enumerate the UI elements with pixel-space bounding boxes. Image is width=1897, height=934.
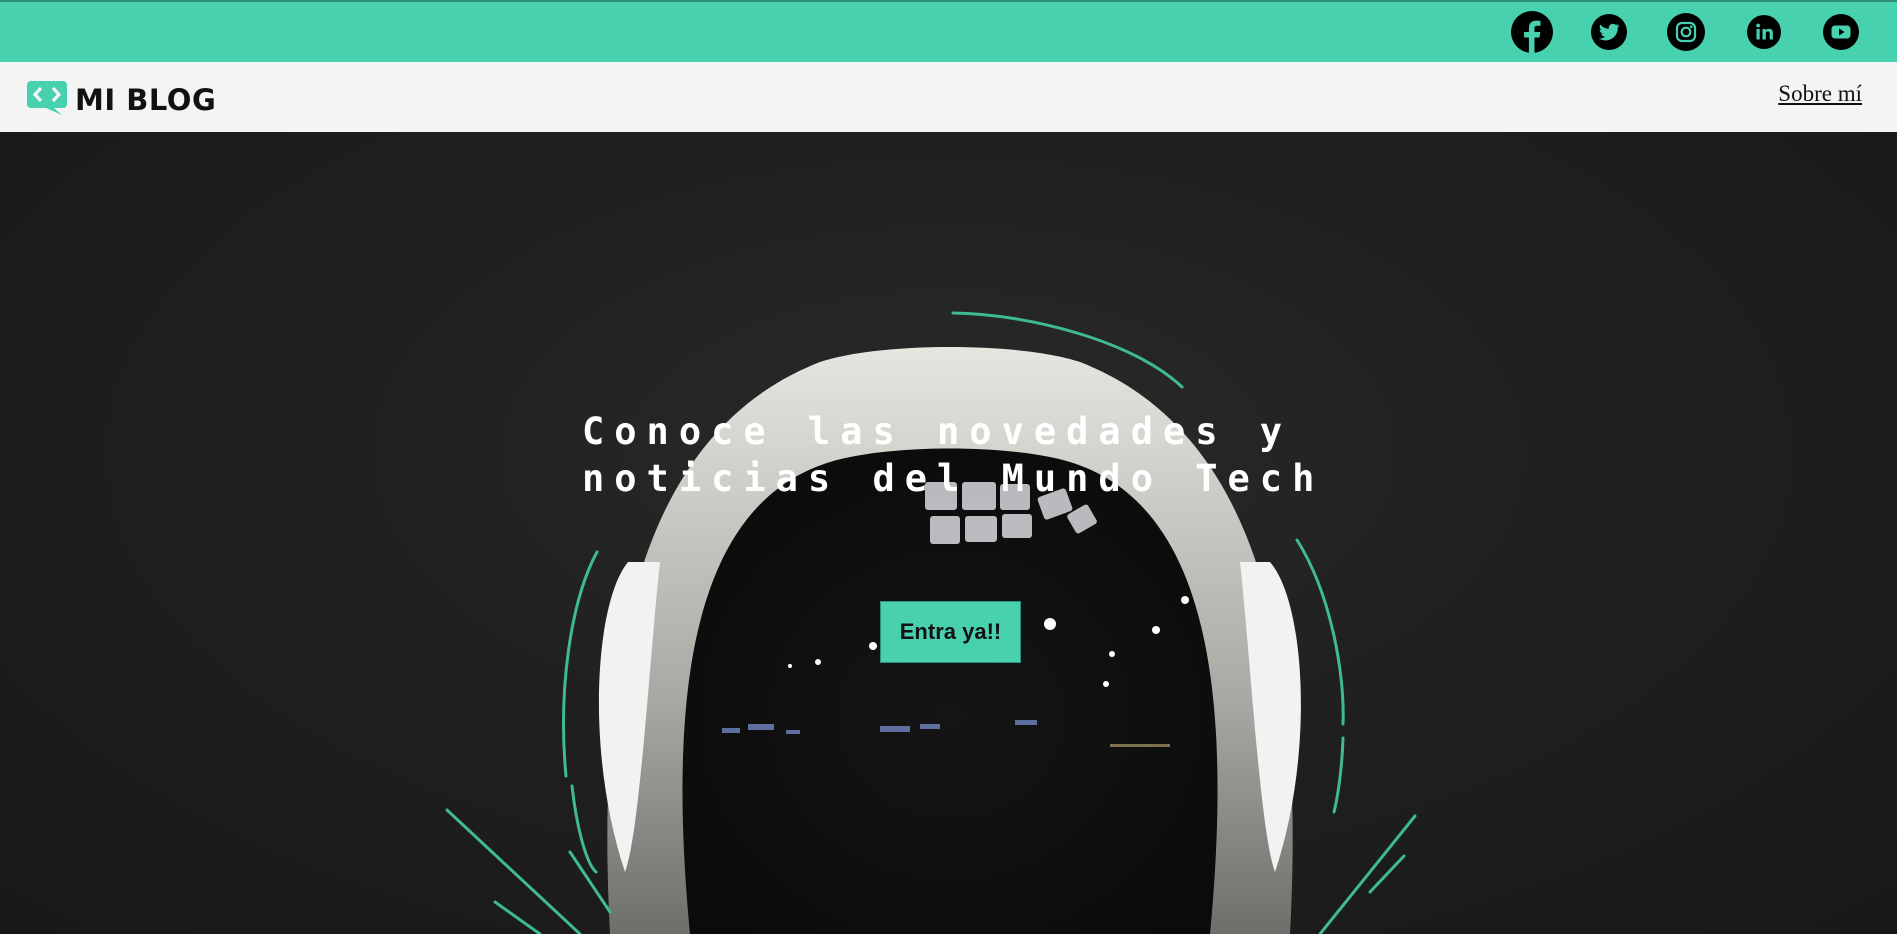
code-chat-bubble-icon (26, 80, 68, 121)
logo-text: MI BLOG (75, 83, 217, 117)
astronaut-helmet-illustration (445, 311, 1417, 934)
social-bar (0, 0, 1897, 62)
facebook-icon[interactable] (1510, 10, 1554, 54)
youtube-icon[interactable] (1819, 10, 1863, 54)
linkedin-icon[interactable] (1742, 10, 1786, 54)
nav-link-about[interactable]: Sobre mí (1778, 81, 1862, 107)
hero-section: Conoce las novedades y noticias del Mund… (0, 132, 1897, 934)
cta-button[interactable]: Entra ya!! (880, 601, 1021, 663)
site-logo[interactable]: MI BLOG (26, 80, 217, 121)
hero-title: Conoce las novedades y noticias del Mund… (582, 410, 1325, 500)
instagram-icon[interactable] (1664, 10, 1708, 54)
navbar: MI BLOG Sobre mí (0, 62, 1897, 132)
twitter-icon[interactable] (1587, 10, 1631, 54)
